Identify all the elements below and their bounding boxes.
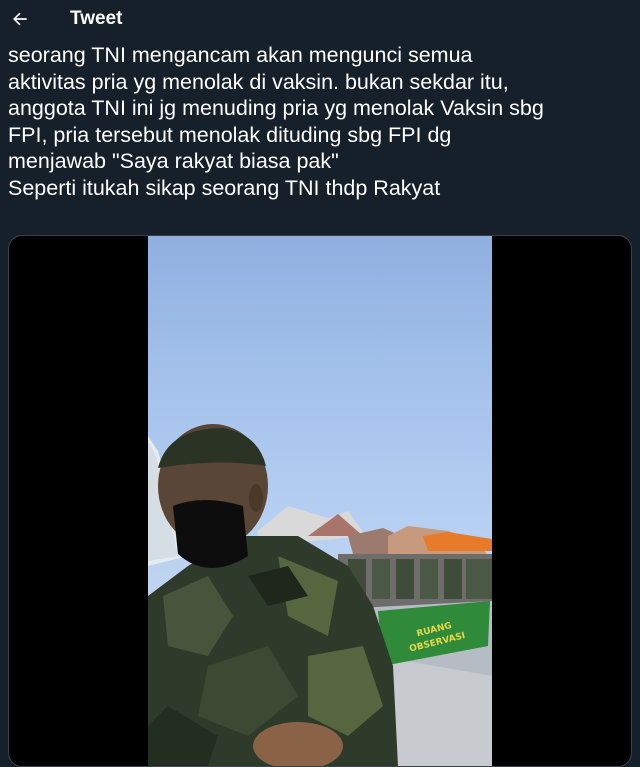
tweet-header: Tweet	[0, 0, 640, 40]
arrow-left-icon	[13, 12, 27, 26]
video-scene	[148, 424, 492, 766]
page-title: Tweet	[70, 8, 123, 29]
tweet-video[interactable]: RUANG OBSERVASI	[8, 235, 632, 767]
tweet-text: seorang TNI mengancam akan mengunci semu…	[8, 43, 544, 200]
back-button[interactable]	[6, 2, 34, 36]
video-frame: RUANG OBSERVASI	[148, 236, 492, 766]
